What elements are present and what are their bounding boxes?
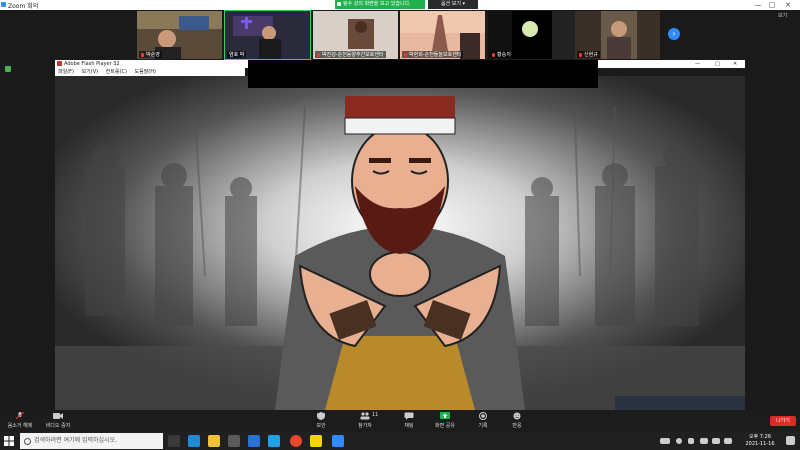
internet-explorer-icon[interactable] bbox=[268, 435, 280, 447]
keyboard-icon[interactable] bbox=[660, 438, 670, 444]
share-screen-icon bbox=[440, 412, 450, 419]
flash-maximize-button[interactable]: □ bbox=[715, 60, 720, 68]
participant-tile[interactable]: 박순영 bbox=[137, 11, 222, 59]
praying-man-illustration bbox=[55, 76, 745, 410]
menu-file[interactable]: 파일(F) bbox=[58, 69, 74, 75]
store-icon[interactable] bbox=[228, 435, 240, 447]
participant-video bbox=[512, 11, 552, 59]
security-button[interactable]: 보안 bbox=[296, 412, 346, 429]
participant-tile[interactable]: 신현규 bbox=[575, 11, 660, 59]
participant-name: 박현희-순천들놀보호센터 bbox=[409, 52, 462, 58]
black-overlay bbox=[248, 60, 598, 88]
screen-share-banner: 링수 강의 화면을 보고 있습니다. bbox=[335, 0, 425, 9]
menu-help[interactable]: 도움말(H) bbox=[135, 69, 156, 75]
mail-icon[interactable] bbox=[248, 435, 260, 447]
participant-tile[interactable]: 박현희-순천들놀보호센터 bbox=[400, 11, 485, 59]
flash-player-title: Adobe Flash Player 32 bbox=[64, 61, 120, 67]
mic-muted-icon bbox=[492, 52, 495, 57]
chrome-icon[interactable] bbox=[290, 435, 302, 447]
participant-name: 신현규 bbox=[584, 52, 598, 58]
stop-video-button[interactable]: 비디오 중지 bbox=[38, 412, 78, 429]
maximize-button[interactable]: □ bbox=[766, 0, 778, 10]
leave-meeting-button[interactable]: 나가기 bbox=[770, 416, 796, 426]
help-icon[interactable] bbox=[676, 438, 682, 444]
search-icon bbox=[24, 438, 31, 445]
flash-animation-content bbox=[55, 76, 745, 410]
mic-muted-icon bbox=[317, 52, 320, 57]
participant-name: 염호 박 bbox=[229, 52, 245, 58]
unmute-button[interactable]: 음소거 해제 bbox=[0, 412, 40, 429]
chat-icon bbox=[404, 412, 414, 420]
view-options-button[interactable]: 옵션 보기 ▾ bbox=[428, 0, 478, 9]
share-indicator-icon bbox=[337, 2, 341, 6]
mic-muted-icon bbox=[579, 52, 582, 57]
close-button[interactable]: ✕ bbox=[782, 0, 794, 10]
clock-time: 오후 7:26 bbox=[748, 434, 772, 440]
unmute-label: 음소거 해제 bbox=[7, 423, 33, 429]
shield-icon bbox=[317, 412, 325, 420]
flash-logo-icon bbox=[57, 61, 62, 66]
participant-tile-active[interactable]: 염호 박 bbox=[224, 10, 311, 60]
security-label: 보안 bbox=[316, 423, 326, 429]
record-icon bbox=[479, 412, 487, 420]
kakaotalk-icon[interactable] bbox=[310, 435, 322, 447]
participant-name: 황승지 bbox=[497, 52, 511, 58]
participants-button[interactable]: 참가자 11 bbox=[340, 412, 390, 429]
task-view-icon[interactable] bbox=[168, 435, 180, 447]
video-icon bbox=[53, 413, 63, 419]
menu-view[interactable]: 보기(V) bbox=[82, 69, 99, 75]
flash-minimize-button[interactable]: — bbox=[695, 60, 700, 68]
file-explorer-icon[interactable] bbox=[208, 435, 220, 447]
volume-icon[interactable] bbox=[724, 438, 732, 444]
battery-icon[interactable] bbox=[700, 438, 708, 444]
meeting-toolbar: 음소거 해제 비디오 중지 보안 참가자 11 채팅 화면 공유 기록 반응 bbox=[0, 410, 800, 432]
record-label: 기록 bbox=[478, 423, 488, 429]
notifications-icon[interactable] bbox=[786, 436, 795, 445]
reactions-button[interactable]: 반응 bbox=[492, 412, 542, 429]
participants-icon bbox=[360, 412, 370, 420]
view-button[interactable]: 보기 bbox=[778, 12, 787, 19]
participant-tile[interactable]: 박진성-순천동양주간보호센터 bbox=[313, 11, 398, 59]
flash-menu-bar: 파일(F) 보기(V) 컨트롤(C) 도움말(H) bbox=[55, 68, 245, 76]
next-page-button[interactable]: › bbox=[668, 28, 680, 40]
minimize-button[interactable]: — bbox=[752, 0, 764, 10]
reactions-label: 반응 bbox=[512, 423, 522, 429]
taskbar-clock[interactable]: 오후 7:26 2021-11-16 bbox=[740, 434, 780, 448]
stop-video-label: 비디오 중지 bbox=[45, 423, 71, 429]
network-icon[interactable] bbox=[712, 438, 720, 444]
participant-name: 박순영 bbox=[146, 52, 160, 58]
taskbar-search-placeholder: 검색하려면 여기에 입력하십시오. bbox=[34, 437, 118, 444]
participants-label: 참가자 bbox=[358, 423, 372, 429]
chat-label: 채팅 bbox=[404, 423, 414, 429]
screen-share-banner-text: 링수 강의 화면을 보고 있습니다. bbox=[343, 1, 411, 7]
security-shield-icon bbox=[5, 66, 11, 72]
mic-muted-icon bbox=[15, 412, 25, 420]
taskbar-search-input[interactable]: 검색하려면 여기에 입력하십시오. bbox=[20, 433, 163, 449]
zoom-logo-icon bbox=[1, 2, 6, 7]
share-screen-label: 화면 공유 bbox=[435, 423, 455, 429]
mic-muted-icon bbox=[141, 52, 144, 57]
mic-muted-icon bbox=[404, 52, 407, 57]
zoom-app-icon[interactable] bbox=[332, 435, 344, 447]
menu-control[interactable]: 컨트롤(C) bbox=[106, 69, 127, 75]
flash-close-button[interactable]: ✕ bbox=[733, 60, 737, 68]
window-title: Zoom 회의 bbox=[8, 3, 39, 10]
participants-count: 11 bbox=[372, 412, 379, 418]
participant-name: 박진성-순천동양주간보호센터 bbox=[322, 52, 384, 58]
reaction-icon bbox=[513, 412, 521, 420]
clock-date: 2021-11-16 bbox=[745, 441, 775, 447]
edge-browser-icon[interactable] bbox=[188, 435, 200, 447]
tray-chevron-icon[interactable] bbox=[688, 438, 694, 444]
windows-start-icon[interactable] bbox=[3, 435, 15, 447]
